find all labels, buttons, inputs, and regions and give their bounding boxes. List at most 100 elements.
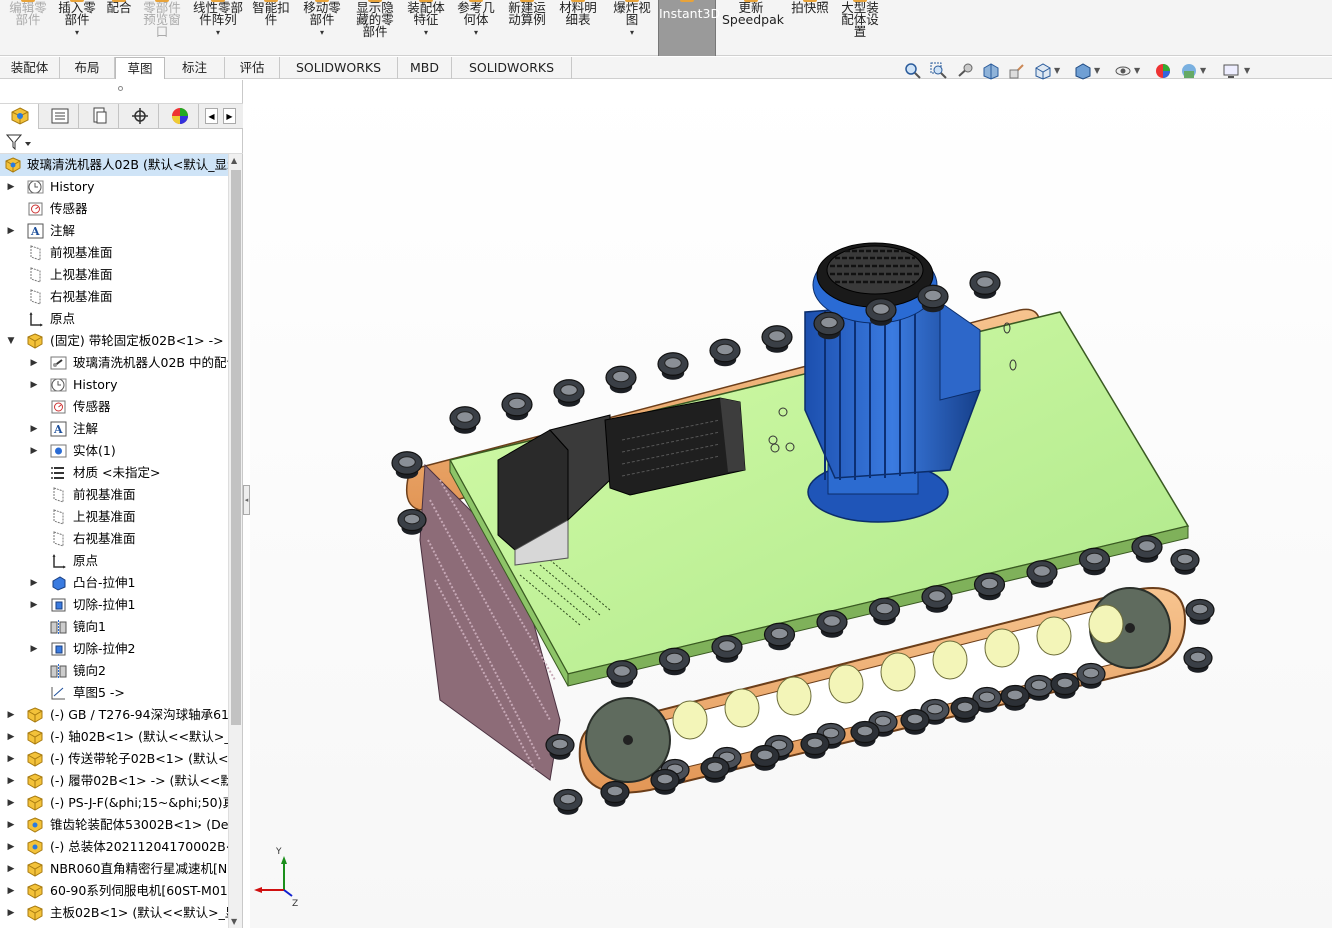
property-manager-tab[interactable] [40,104,79,129]
ribbon-button-1[interactable]: 插入零 部件▾ [55,0,99,56]
tab-1[interactable]: 布局 [60,57,115,79]
tree-item[interactable]: ▶(-) 履带02B<1> -> (默认<<默认 [0,770,228,792]
tab-6[interactable]: MBD [398,57,452,79]
chevron-down-icon[interactable]: ▼ [1200,66,1206,75]
edit-appearance-icon[interactable] [1154,62,1172,80]
tree-item[interactable]: 右视基准面 [0,286,228,308]
ribbon-button-15[interactable]: 拍快照 [790,0,830,56]
chevron-down-icon[interactable]: ▾ [190,29,246,37]
previous-view-icon[interactable] [956,62,974,80]
tab-4[interactable]: 评估 [225,57,280,79]
view-orientation-icon[interactable] [1034,62,1052,80]
collapsed-arrow-icon[interactable]: ▶ [6,902,16,924]
graphics-area[interactable]: Y X Z [250,80,1332,928]
collapsed-arrow-icon[interactable]: ▶ [29,374,39,396]
tree-item[interactable]: ▶玻璃清洗机器人02B 中的配合 [0,352,228,374]
collapsed-arrow-icon[interactable]: ▶ [6,858,16,880]
collapsed-arrow-icon[interactable]: ▶ [6,726,16,748]
ribbon-button-8[interactable]: 装配体 特征▾ [404,0,448,56]
tree-item[interactable]: ▶A注解 [0,220,228,242]
robot-3d-model[interactable]: Y X Z [250,80,1332,928]
display-style-icon[interactable] [1074,62,1092,80]
chevron-down-icon[interactable]: ▾ [610,29,654,37]
collapsed-arrow-icon[interactable]: ▶ [6,792,16,814]
tab-scroll-left-button[interactable]: ◀ [205,108,218,124]
chevron-down-icon[interactable]: ▼ [1244,66,1250,75]
ribbon-button-14[interactable]: 更新 Speedpak [722,0,780,56]
collapsed-arrow-icon[interactable]: ▶ [29,638,39,660]
section-view-icon[interactable] [982,62,1000,80]
panel-grip-icon[interactable] [118,86,123,91]
zoom-to-fit-icon[interactable] [904,62,922,80]
tree-item[interactable]: 前视基准面 [0,242,228,264]
chevron-down-icon[interactable]: ▼ [1094,66,1100,75]
display-manager-tab[interactable] [160,104,199,129]
tree-item[interactable]: ▶History [0,374,228,396]
view-settings-icon[interactable] [1222,62,1240,80]
collapsed-arrow-icon[interactable]: ▶ [29,572,39,594]
tree-item[interactable]: ▶切除-拉伸2 [0,638,228,660]
tree-item[interactable]: 材质 <未指定> [0,462,228,484]
ribbon-button-16[interactable]: 大型装 配体设 置 [838,0,882,56]
ribbon-button-6[interactable]: 移动零 部件▾ [300,0,344,56]
tree-item[interactable]: 镜向1 [0,616,228,638]
tree-scrollbar[interactable]: ▲ ▼ [228,154,242,928]
tab-7[interactable]: SOLIDWORKS CAM [452,57,572,79]
tree-item[interactable]: ▶切除-拉伸1 [0,594,228,616]
ribbon-button-2[interactable]: 配合 [104,0,134,56]
ribbon-button-7[interactable]: 显示隐 藏的零 部件 [353,0,397,56]
scrollbar-thumb[interactable] [231,170,241,725]
tree-item[interactable]: ▶History [0,176,228,198]
collapsed-arrow-icon[interactable]: ▶ [6,770,16,792]
collapsed-arrow-icon[interactable]: ▶ [6,814,16,836]
collapsed-arrow-icon[interactable]: ▶ [29,594,39,616]
tree-item[interactable]: ▶A注解 [0,418,228,440]
tree-item[interactable]: 镜向2 [0,660,228,682]
tree-item[interactable]: ▶(-) 总装体20211204170002B<1 [0,836,228,858]
tree-root-assembly[interactable]: 玻璃清洗机器人02B (默认<默认_显示 [0,154,228,176]
tree-item[interactable]: ▶(-) 传送带轮子02B<1> (默认<< [0,748,228,770]
tree-item[interactable]: ▶(-) PS-J-F(&phi;15~&phi;50)真3 [0,792,228,814]
ribbon-button-9[interactable]: 参考几 何体▾ [454,0,498,56]
feature-manager-tab[interactable] [0,104,39,129]
tab-5[interactable]: SOLIDWORKS 插件 [280,57,398,79]
dynamic-annotation-icon[interactable] [1008,62,1026,80]
tree-item[interactable]: 上视基准面 [0,506,228,528]
scroll-up-arrow-icon[interactable]: ▲ [231,156,237,165]
tree-item[interactable]: ▶凸台-拉伸1 [0,572,228,594]
tree-item[interactable]: ▶NBR060直角精密行星减速机[NB [0,858,228,880]
collapse-panel-handle[interactable]: ◂ [243,485,250,515]
chevron-down-icon[interactable]: ▾ [300,29,344,37]
tree-item[interactable]: 草图5 -> [0,682,228,704]
chevron-down-icon[interactable]: ▾ [454,29,498,37]
expanded-arrow-icon[interactable]: ▼ [6,330,16,352]
collapsed-arrow-icon[interactable]: ▶ [6,880,16,902]
collapsed-arrow-icon[interactable]: ▶ [6,748,16,770]
collapsed-arrow-icon[interactable]: ▶ [29,418,39,440]
tree-item[interactable]: ▶主板02B<1> (默认<<默认>_显示 [0,902,228,924]
tree-item[interactable]: ▶60-90系列伺服电机[60ST-M013 [0,880,228,902]
dimxpert-tab[interactable] [120,104,159,129]
tab-2[interactable]: 草图 [115,57,165,79]
collapsed-arrow-icon[interactable]: ▶ [6,176,16,198]
ribbon-button-12[interactable]: 爆炸视 图▾ [610,0,654,56]
collapsed-arrow-icon[interactable]: ▶ [6,704,16,726]
tree-item[interactable]: 原点 [0,308,228,330]
tree-item[interactable]: 传感器 [0,396,228,418]
scroll-down-arrow-icon[interactable]: ▼ [231,917,237,926]
tree-item[interactable]: 原点 [0,550,228,572]
collapsed-arrow-icon[interactable]: ▶ [6,836,16,858]
tree-item[interactable]: ▶(-) 轴02B<1> (默认<<默认>_显 [0,726,228,748]
collapsed-arrow-icon[interactable]: ▶ [29,352,39,374]
ribbon-button-10[interactable]: 新建运 动算例 [505,0,549,56]
apply-scene-icon[interactable] [1180,62,1198,80]
tree-item[interactable]: ▼(固定) 带轮固定板02B<1> -> (默认 [0,330,228,352]
collapsed-arrow-icon[interactable]: ▶ [29,440,39,462]
chevron-down-icon[interactable]: ▾ [404,29,448,37]
tree-item[interactable]: ▶锥齿轮装配体53002B<1> (Defa [0,814,228,836]
tab-3[interactable]: 标注 [165,57,225,79]
configuration-manager-tab[interactable] [80,104,119,129]
panel-splitter[interactable]: ◂ [243,80,250,928]
hide-show-items-icon[interactable] [1114,62,1132,80]
tree-item[interactable]: 上视基准面 [0,264,228,286]
